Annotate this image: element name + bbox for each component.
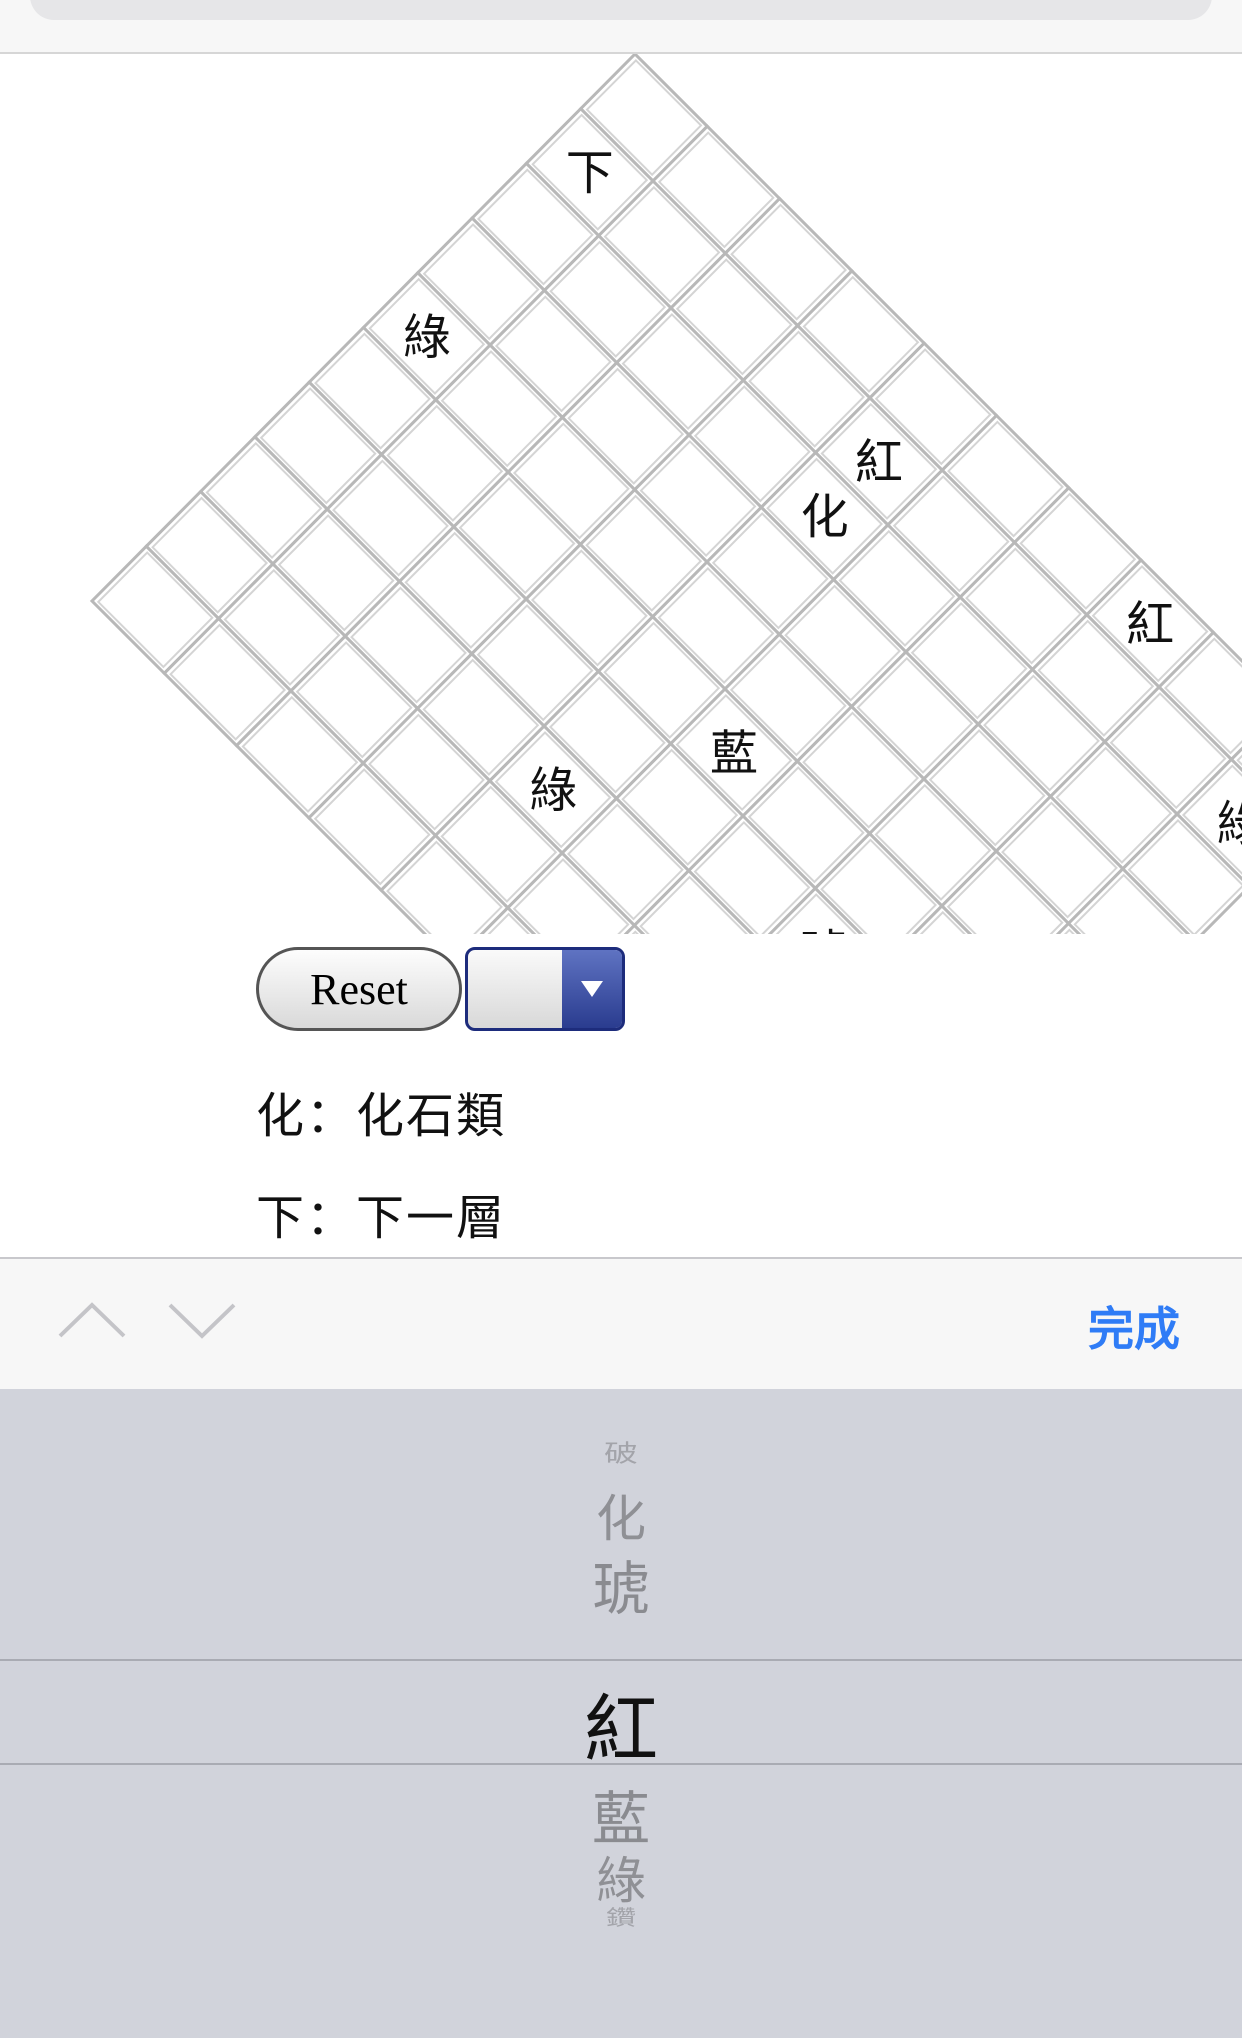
done-button[interactable]: 完成 <box>1088 1293 1180 1359</box>
reset-button[interactable]: Reset <box>256 947 462 1031</box>
board-cell-label: 紅 <box>855 434 903 490</box>
puzzle-board: 紅下紅綠化綠藍琥綠琥 <box>89 54 1242 934</box>
picker-option-selected[interactable]: 紅 <box>0 1670 1242 1777</box>
board-cell-label: 下 <box>566 145 614 201</box>
legend-next-layer: 下：下一層 <box>256 1190 507 1246</box>
character-select[interactable] <box>465 947 625 1031</box>
board-cell-label: 藍 <box>710 726 758 782</box>
board-cell-label: 紅 <box>1126 597 1174 653</box>
picker-option[interactable]: 鑽 <box>0 1901 1242 1932</box>
chevron-down-icon[interactable] <box>162 1281 242 1361</box>
picker-option[interactable]: 琥 <box>0 1542 1242 1626</box>
picker-option[interactable]: 化 <box>0 1479 1242 1551</box>
keyboard-accessory-bar: 完成 <box>0 1257 1242 1389</box>
board-cell-label: 綠 <box>529 763 577 819</box>
dropdown-arrow-icon[interactable] <box>562 950 622 1028</box>
board-cell-label: 綠 <box>1216 796 1242 852</box>
picker-option[interactable]: 破 <box>0 1434 1242 1468</box>
address-bar[interactable] <box>30 0 1212 20</box>
board-cell-label: 綠 <box>403 309 451 365</box>
picker-selection-top-line <box>0 1659 1242 1661</box>
reset-button-label: Reset <box>310 964 408 1014</box>
board-cell-label: 化 <box>801 489 849 545</box>
chevron-up-icon[interactable] <box>52 1281 132 1361</box>
legend-fossil: 化：化石類 <box>256 1088 507 1144</box>
browser-top-bar <box>0 0 1242 54</box>
board-cell-label: 琥 <box>800 925 848 934</box>
option-picker[interactable]: 破化琥紅藍綠鑽 <box>0 1389 1242 2038</box>
